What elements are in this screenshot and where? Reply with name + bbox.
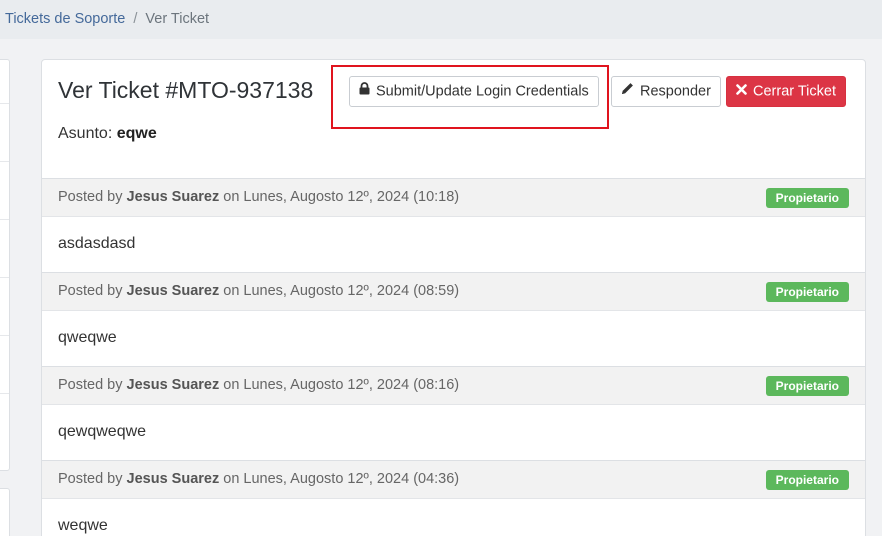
reply-message: asdasdasd: [42, 217, 865, 273]
reply-meta: Posted by Jesus Suarez on Lunes, Augosto…: [42, 179, 865, 217]
subject-label: Asunto:: [58, 125, 113, 142]
page-title: Ver Ticket #MTO-937138: [58, 77, 314, 103]
reply-item: Posted by Jesus Suarez on Lunes, Augosto…: [42, 367, 865, 461]
sidebar-item[interactable]: [0, 60, 9, 104]
owner-badge: Propietario: [765, 282, 849, 302]
ticket-card: Ver Ticket #MTO-937138 Asunto: eqwe Subm…: [41, 59, 866, 536]
sidebar-item[interactable]: [0, 104, 9, 162]
breadcrumb: Tickets de Soporte / Ver Ticket: [0, 0, 882, 39]
reply-item: Posted by Jesus Suarez on Lunes, Augosto…: [42, 461, 865, 536]
sidebar-item[interactable]: [0, 162, 9, 220]
ticket-subject: Asunto: eqwe: [58, 125, 157, 143]
reply-author: Jesus Suarez: [126, 283, 220, 299]
reply-message: qweqwe: [42, 311, 865, 367]
posted-by-text: Posted by: [58, 283, 123, 299]
close-ticket-button[interactable]: Cerrar Ticket: [726, 76, 846, 107]
reply-item: Posted by Jesus Suarez on Lunes, Augosto…: [42, 273, 865, 367]
reply-meta: Posted by Jesus Suarez on Lunes, Augosto…: [42, 273, 865, 311]
close-icon: [736, 77, 747, 106]
sidebar-item[interactable]: [0, 220, 9, 278]
reply-author: Jesus Suarez: [126, 377, 220, 393]
breadcrumb-current: Ver Ticket: [145, 11, 210, 27]
reply-item: Posted by Jesus Suarez on Lunes, Augosto…: [42, 179, 865, 273]
reply-meta: Posted by Jesus Suarez on Lunes, Augosto…: [42, 367, 865, 405]
reply-date: on Lunes, Augosto 12º, 2024 (08:16): [223, 377, 460, 393]
pencil-icon: [621, 77, 634, 106]
owner-badge: Propietario: [765, 470, 849, 490]
reply-date: on Lunes, Augosto 12º, 2024 (10:18): [223, 189, 460, 205]
subject-value: eqwe: [116, 125, 157, 142]
reply-meta: Posted by Jesus Suarez on Lunes, Augosto…: [42, 461, 865, 499]
owner-badge: Propietario: [765, 188, 849, 208]
sidebar-item[interactable]: [0, 278, 9, 336]
close-ticket-label: Cerrar Ticket: [753, 83, 836, 100]
breadcrumb-link-tickets[interactable]: Tickets de Soporte: [5, 11, 125, 27]
reply-label: Responder: [640, 83, 711, 100]
posted-by-text: Posted by: [58, 471, 123, 487]
reply-author: Jesus Suarez: [126, 189, 220, 205]
reply-author: Jesus Suarez: [126, 471, 220, 487]
sidebar-panel: [0, 59, 10, 471]
reply-date: on Lunes, Augosto 12º, 2024 (04:36): [223, 471, 460, 487]
posted-by-text: Posted by: [58, 189, 123, 205]
posted-by-text: Posted by: [58, 377, 123, 393]
reply-message: qewqweqwe: [42, 405, 865, 461]
owner-badge: Propietario: [765, 376, 849, 396]
highlight-box: [331, 65, 609, 129]
reply-button[interactable]: Responder: [611, 76, 721, 107]
reply-message: weqwe: [42, 499, 865, 536]
breadcrumb-separator: /: [133, 11, 138, 27]
sidebar-item[interactable]: [0, 336, 9, 394]
reply-date: on Lunes, Augosto 12º, 2024 (08:59): [223, 283, 460, 299]
sidebar-panel-secondary: [0, 488, 10, 536]
